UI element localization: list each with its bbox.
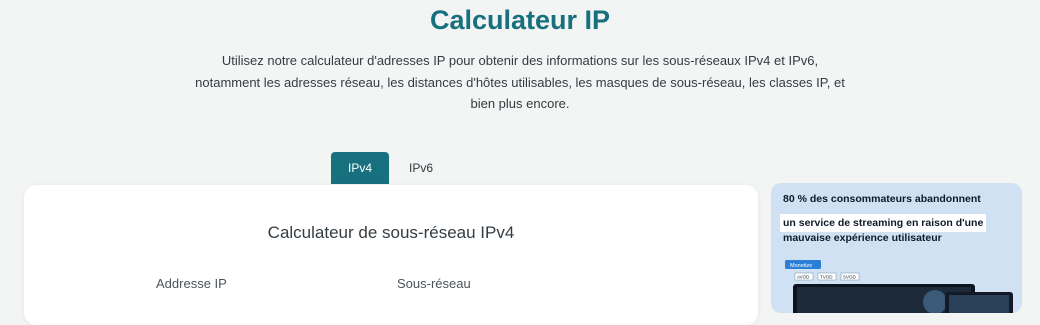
subnet-label: Sous-réseau [397,276,471,291]
calculator-title: Calculateur de sous-réseau IPv4 [267,223,515,242]
advertisement-banner[interactable]: 80 % des consommateurs abandonnent un se… [771,183,1022,313]
intro-line: Utilisez notre calculateur d'adresses IP… [221,53,819,68]
streaming-devices-illustration: Monetize AVOD TVOD SVOD [785,260,1013,313]
ad-chip-text: SVOD [843,275,857,280]
ad-chip-text: AVOD [797,275,810,280]
ad-badge-text: Monetize [790,263,812,269]
ip-version-tabs: IPv4 IPv6 [331,152,449,184]
calculator-card: Calculateur de sous-réseau IPv4 Addresse… [24,185,758,325]
tab-ipv6[interactable]: IPv6 [393,152,449,184]
ad-headline-line: mauvaise expérience utilisateur [783,232,942,244]
intro-text: Utilisez notre calculateur d'adresses IP… [170,50,870,115]
intro-line: notamment les adresses réseau, les dista… [195,74,845,90]
page-title: Calculateur IP [429,5,611,35]
tab-ipv4[interactable]: IPv4 [331,152,389,184]
ad-headline-line: 80 % des consommateurs abandonnent [783,193,981,205]
intro-line: bien plus encore. [470,96,570,111]
ad-chip-text: TVOD [820,275,833,280]
ip-address-label: Addresse IP [156,276,227,291]
